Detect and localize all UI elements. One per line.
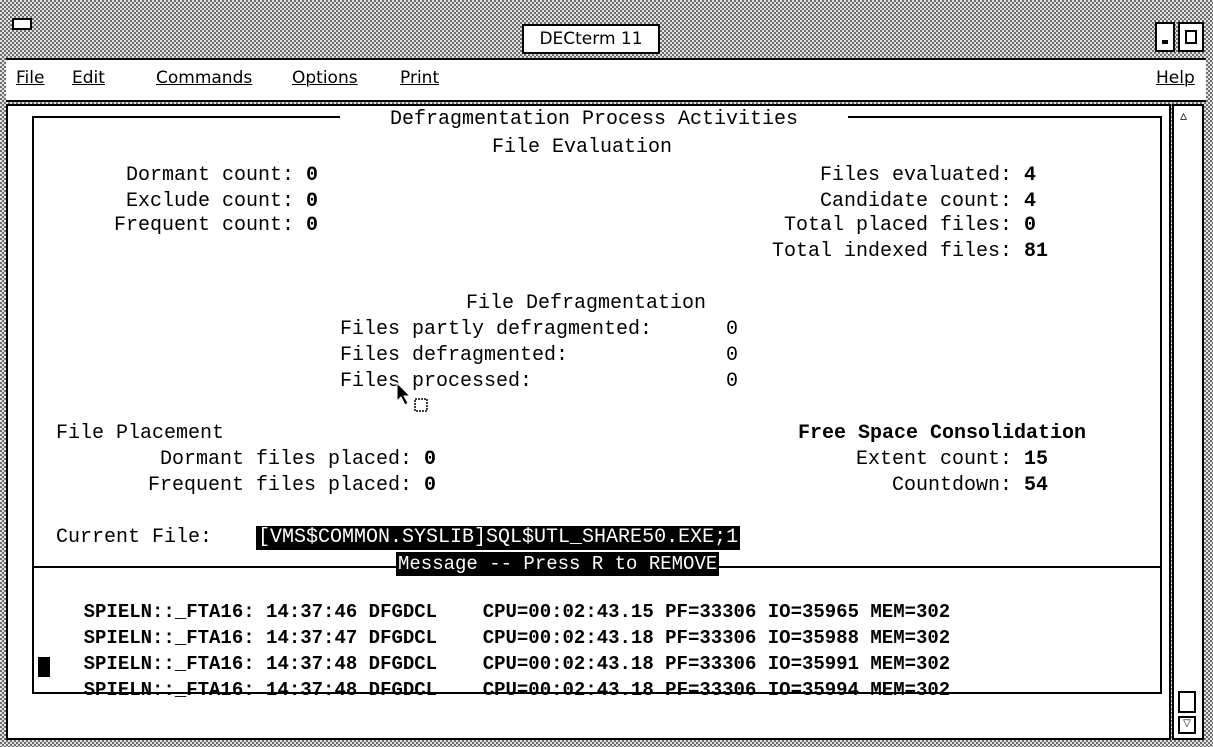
scroll-down-arrow-icon[interactable]: ▽ [1178,716,1196,734]
total-indexed-files-label: Total indexed files: [771,240,1012,263]
dormant-files-placed-value: 0 [424,448,437,471]
frequent-count-label: Frequent count: [113,214,294,237]
file-evaluation-heading: File Evaluation [492,136,673,159]
menu-options[interactable]: Options [292,68,358,88]
files-processed-label: Files processed: [340,370,533,393]
log-io: IO=35994 [767,679,859,701]
file-defragmentation-heading: File Defragmentation [466,292,707,315]
frequent-count-value: 0 [306,214,319,237]
files-processed-value: 0 [726,370,739,393]
log-mem: MEM=302 [870,679,951,701]
log-node-with-cursor: SPIELN::_FTA16: [83,679,255,701]
candidate-count-value: 4 [1024,190,1037,213]
file-placement-heading: File Placement [56,422,225,445]
files-defragmented-value: 0 [726,344,739,367]
mouse-pointer-icon [396,382,428,412]
window-title: DECterm 11 [522,24,660,54]
files-partly-defragmented-value: 0 [726,318,739,341]
menu-commands[interactable]: Commands [156,68,252,88]
panel-title: Defragmentation Process Activities [340,108,848,132]
dormant-count-value: 0 [306,164,319,187]
menu-help[interactable]: Help [1156,68,1195,88]
maximize-button[interactable] [1178,22,1204,52]
menu-file[interactable]: File [16,68,44,88]
current-file-label: Current File: [56,526,213,549]
menu-bar: File Edit Commands Options Print Help [6,58,1206,102]
current-file-value: [VMS$COMMON.SYSLIB]SQL$UTL_SHARE50.EXE;1 [256,526,741,550]
frequent-files-placed-label: Frequent files placed: [147,474,412,497]
frequent-files-placed-value: 0 [424,474,437,497]
log-time: 14:37:48 [266,679,358,701]
scroll-thumb[interactable] [1178,691,1196,713]
menu-edit[interactable]: Edit [72,68,105,88]
exclude-count-label: Exclude count: [125,190,294,213]
scroll-up-arrow-icon[interactable]: ▵ [1180,108,1187,124]
vertical-scrollbar[interactable]: ▵ ▽ [1172,104,1204,740]
extent-count-value: 15 [1024,448,1049,471]
files-defragmented-label: Files defragmented: [340,344,569,367]
log-process: DFGDCL [368,679,438,701]
log-cpu: CPU=00:02:43.18 [482,679,654,701]
total-placed-files-label: Total placed files: [783,214,1012,237]
window-menu-button[interactable] [12,18,32,30]
countdown-label: Countdown: [891,474,1012,497]
total-placed-files-value: 0 [1024,214,1037,237]
files-evaluated-label: Files evaluated: [819,164,1012,187]
menu-print[interactable]: Print [400,68,439,88]
exclude-count-value: 0 [306,190,319,213]
log-line: SPIELN::_FTA16: 14:37:48 DFGDCL CPU=00:0… [38,654,951,726]
decterm-window: DECterm 11 File Edit Commands Options Pr… [0,0,1213,747]
minimize-button[interactable] [1155,22,1175,52]
dormant-files-placed-label: Dormant files placed: [159,448,412,471]
text-cursor [38,657,50,677]
countdown-value: 54 [1024,474,1049,497]
candidate-count-label: Candidate count: [819,190,1012,213]
total-indexed-files-value: 81 [1024,240,1049,263]
files-partly-defragmented-label: Files partly defragmented: [340,318,653,341]
free-space-heading: Free Space Consolidation [798,422,1087,445]
extent-count-label: Extent count: [855,448,1012,471]
files-evaluated-value: 4 [1024,164,1037,187]
log-pf: PF=33306 [665,679,757,701]
dormant-count-label: Dormant count: [125,164,294,187]
message-bar: Message -- Press R to REMOVE [396,552,720,576]
